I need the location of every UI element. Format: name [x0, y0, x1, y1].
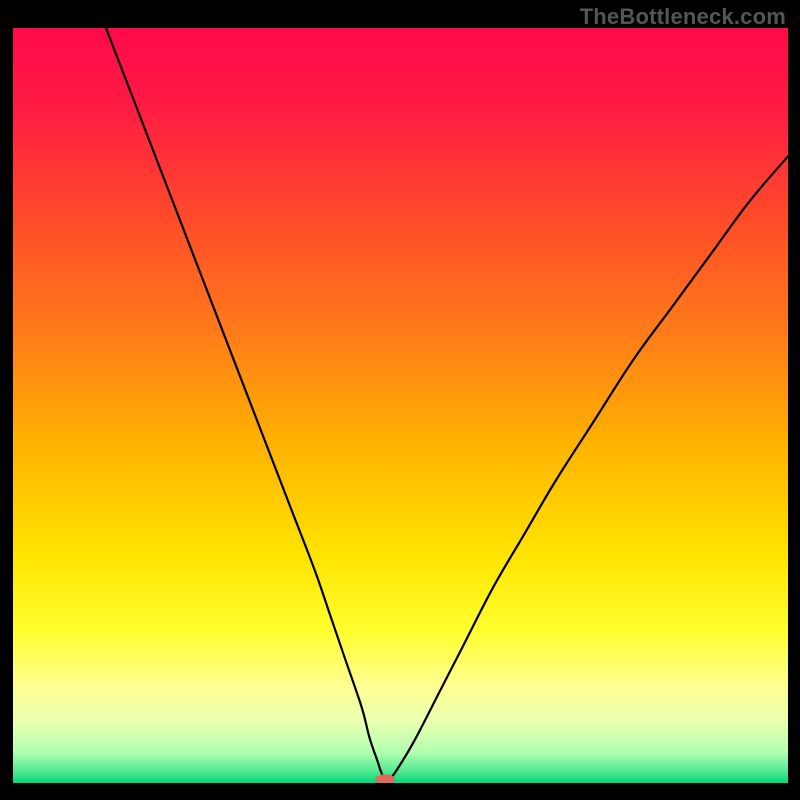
watermark-text: TheBottleneck.com — [580, 4, 786, 30]
plot-area — [13, 28, 788, 783]
chart-frame: TheBottleneck.com — [0, 0, 800, 800]
bottleneck-plot — [13, 28, 788, 783]
gradient-backdrop — [13, 28, 788, 783]
